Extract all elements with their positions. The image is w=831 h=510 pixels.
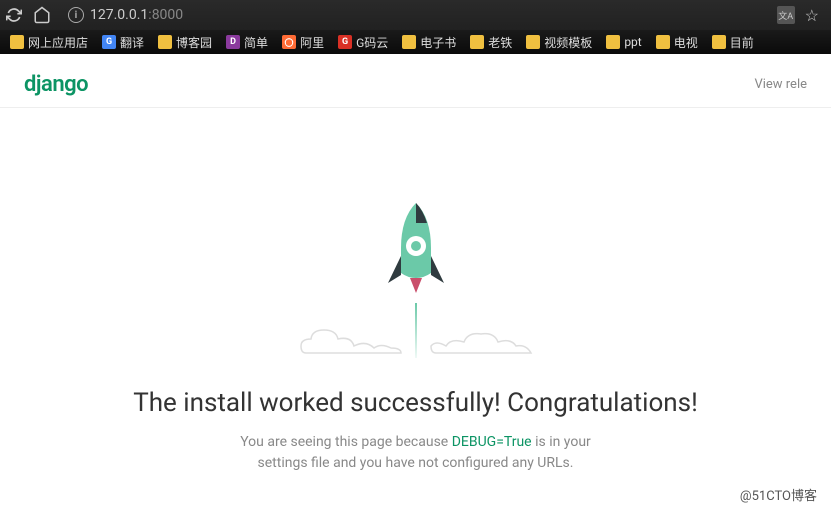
favicon-icon: G	[338, 35, 352, 49]
rocket-icon	[376, 198, 456, 308]
bookmark-item[interactable]: 博客园	[152, 32, 218, 53]
favicon-icon: G	[102, 35, 116, 49]
folder-icon	[526, 35, 540, 49]
bookmark-label: 视频模板	[544, 34, 592, 51]
cloud-left-icon	[296, 318, 406, 358]
bookmark-label: 电子书	[420, 34, 456, 51]
rocket-trail	[415, 303, 417, 358]
rocket-illustration	[266, 198, 566, 368]
bookmark-item[interactable]: 电子书	[396, 32, 462, 53]
bookmark-star-icon[interactable]: ☆	[805, 6, 819, 25]
address-row: i 127.0.0.1:8000 文A ☆	[0, 0, 831, 30]
bookmark-label: 电视	[674, 34, 698, 51]
folder-icon	[10, 35, 24, 49]
bookmark-label: 目前	[730, 34, 754, 51]
url-display: 127.0.0.1:8000	[90, 7, 183, 23]
bookmark-label: 简单	[244, 34, 268, 51]
toolbar-right: 文A ☆	[777, 6, 827, 25]
bookmark-item[interactable]: 网上应用店	[4, 32, 94, 53]
view-release-link[interactable]: View rele	[754, 77, 807, 92]
bookmark-item[interactable]: 视频模板	[520, 32, 598, 53]
bookmark-label: 博客园	[176, 34, 212, 51]
bookmark-label: ppt	[624, 35, 641, 49]
folder-icon	[470, 35, 484, 49]
bookmark-item[interactable]: 老铁	[464, 32, 518, 53]
page-content: django View rele The install worked su	[0, 54, 831, 474]
debug-flag: DEBUG=True	[452, 434, 532, 450]
bookmark-item[interactable]: 〇阿里	[276, 32, 330, 53]
bookmark-item[interactable]: ppt	[600, 33, 647, 51]
bookmark-label: 老铁	[488, 34, 512, 51]
bookmark-label: 网上应用店	[28, 34, 88, 51]
bookmark-label: G码云	[356, 34, 388, 51]
browser-chrome: i 127.0.0.1:8000 文A ☆ 网上应用店G翻译博客园D简单〇阿里G…	[0, 0, 831, 54]
cloud-right-icon	[426, 318, 536, 358]
bookmark-item[interactable]: G 翻译	[96, 32, 150, 53]
bookmark-item[interactable]: D 简单	[220, 32, 274, 53]
bookmark-item[interactable]: 目前	[706, 32, 760, 53]
favicon-icon: 〇	[282, 35, 296, 49]
home-icon[interactable]	[32, 5, 52, 25]
page-header: django View rele	[0, 54, 831, 108]
folder-icon	[402, 35, 416, 49]
favicon-icon: D	[226, 35, 240, 49]
success-subtext: You are seeing this page because DEBUG=T…	[226, 432, 606, 474]
django-logo: django	[24, 72, 88, 97]
address-bar[interactable]: i 127.0.0.1:8000	[60, 7, 769, 23]
bookmark-label: 翻译	[120, 34, 144, 51]
folder-icon	[158, 35, 172, 49]
folder-icon	[606, 35, 620, 49]
translate-icon[interactable]: 文A	[777, 6, 795, 24]
reload-icon[interactable]	[4, 5, 24, 25]
folder-icon	[656, 35, 670, 49]
watermark: @51CTO博客	[740, 485, 817, 504]
bookmark-label: 阿里	[300, 34, 324, 51]
success-heading: The install worked successfully! Congrat…	[0, 388, 831, 418]
site-info-icon[interactable]: i	[68, 7, 84, 23]
main-area: The install worked successfully! Congrat…	[0, 108, 831, 474]
bookmark-item[interactable]: 电视	[650, 32, 704, 53]
folder-icon	[712, 35, 726, 49]
bookmarks-bar: 网上应用店 G 翻译 博客园 D 简单〇阿里 G G码云 电子书 老铁 视频模板 ppt 电视 目前	[0, 30, 831, 54]
bookmark-item[interactable]: G G码云	[332, 32, 394, 53]
